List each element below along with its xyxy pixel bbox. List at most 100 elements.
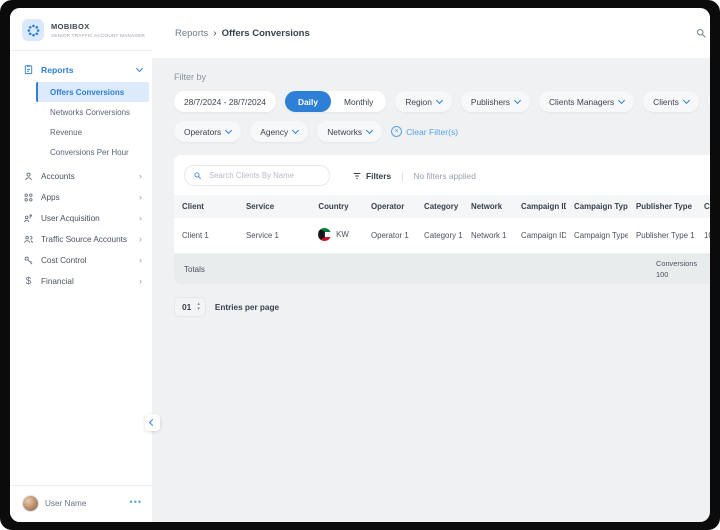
topbar: Reports › Offers Conversions — [152, 8, 710, 58]
app-window: MOBIBOX SENIOR TRAFFIC ACCOUNT MANAGER R… — [10, 8, 710, 522]
sidebar-item-cost-control[interactable]: Cost Control › — [10, 250, 152, 271]
funnel-icon — [353, 172, 361, 179]
filter-publishers-dropdown[interactable]: Publishers — [460, 91, 530, 112]
financial-icon: $ — [25, 276, 32, 287]
period-monthly-button[interactable]: Monthly — [331, 91, 386, 112]
filter-networks-dropdown[interactable]: Networks — [317, 121, 383, 142]
spinner-down-icon[interactable]: ▼ — [196, 306, 201, 312]
cell-operator: Operator 1 — [363, 218, 416, 254]
col-service: Service — [246, 202, 275, 211]
sidebar-item-label: Financial — [41, 277, 74, 286]
col-category: Category — [424, 202, 459, 211]
chevron-down-icon — [135, 64, 144, 73]
sidebar-item-user-acquisition[interactable]: User Acquisition › — [10, 208, 152, 229]
collapse-chevron-icon — [148, 418, 157, 427]
period-daily-button[interactable]: Daily — [284, 91, 331, 112]
sidebar-item-label: Apps — [41, 193, 60, 202]
filter-agency-dropdown[interactable]: Agency — [250, 121, 309, 142]
sidebar-item-offers-conversions[interactable]: Offers Conversions — [36, 82, 149, 102]
accounts-icon — [25, 172, 32, 181]
kuwait-flag-icon — [318, 228, 332, 241]
table-row: Client 1 Service 1 KW Operator 1 Categor… — [174, 218, 710, 254]
user-row: User Name ••• — [10, 486, 152, 522]
pagination: 01 ▲ ▼ Entries per page — [174, 297, 710, 317]
dropdown-label: Agency — [260, 126, 289, 137]
sidebar-item-networks-conversions[interactable]: Networks Conversions — [36, 102, 149, 122]
sidebar-item-reports[interactable]: Reports — [10, 60, 152, 79]
sidebar-collapse-button[interactable] — [145, 414, 160, 431]
chevron-down-icon — [435, 96, 443, 105]
chevron-down-icon — [292, 126, 300, 135]
sidebar-item-traffic-source-accounts[interactable]: Traffic Source Accounts › — [10, 229, 152, 250]
clients-search-box[interactable] — [184, 165, 330, 186]
clear-circle-x-icon: × — [391, 126, 403, 137]
cell-service: Service 1 — [238, 218, 304, 254]
sidebar: MOBIBOX SENIOR TRAFFIC ACCOUNT MANAGER R… — [10, 8, 152, 522]
cell-campaign-type: Campaign Type 1 — [566, 218, 628, 254]
apps-icon — [24, 193, 33, 202]
breadcrumb-reports[interactable]: Reports — [175, 28, 208, 39]
entries-per-page-stepper[interactable]: 01 ▲ ▼ — [174, 297, 206, 317]
toolbar-separator: | — [401, 170, 404, 181]
col-client: Client — [182, 202, 204, 211]
sidebar-item-conversions-per-hour[interactable]: Conversions Per Hour — [36, 142, 149, 162]
reports-icon — [24, 65, 33, 75]
totals-conversions: Conversions 100 — [656, 258, 697, 280]
chevron-right-icon: › — [139, 276, 142, 286]
filters-button[interactable]: Filters — [352, 171, 391, 181]
sidebar-nav: Reports Offers Conversions Networks Conv… — [10, 51, 152, 292]
col-publisher-type: Publisher Type — [636, 202, 692, 211]
dropdown-label: Operators — [184, 126, 222, 137]
filter-row-2: Operators Agency Networks × Clear Filter… — [174, 121, 710, 142]
dropdown-label: Clients — [653, 96, 679, 107]
filter-operators-dropdown[interactable]: Operators — [174, 121, 242, 142]
table-header-row: Client Service Country Operator Category… — [174, 195, 710, 218]
cell-publisher-type: Publisher Type 1 — [628, 218, 696, 254]
date-range-input[interactable]: 28/7/2024 - 28/7/2024 — [174, 91, 276, 112]
sidebar-item-financial[interactable]: $ Financial › — [10, 271, 152, 292]
chevron-right-icon: › — [139, 234, 142, 244]
chevron-down-icon — [366, 126, 374, 135]
clear-filters-label: Clear Filter(s) — [406, 126, 459, 137]
table-toolbar: Filters | No filters applied — [174, 162, 710, 195]
chevron-right-icon: › — [139, 213, 142, 223]
dropdown-label: Networks — [327, 126, 363, 137]
search-input[interactable] — [207, 170, 321, 181]
search-icon — [194, 172, 201, 179]
page-title: Offers Conversions — [221, 27, 310, 39]
filter-clients-dropdown[interactable]: Clients — [643, 91, 699, 112]
totals-label: Totals — [184, 264, 205, 274]
filter-by-label: Filter by — [174, 72, 207, 82]
avatar — [22, 495, 39, 512]
clear-filters-button[interactable]: × Clear Filter(s) — [391, 126, 458, 137]
search-icon[interactable] — [695, 26, 707, 44]
cell-country: KW — [304, 218, 363, 254]
period-toggle: Daily Monthly — [284, 91, 387, 112]
cell-category: Category 1 — [416, 218, 463, 254]
main-area: Reports › Offers Conversions Filter by 2… — [152, 8, 710, 522]
dropdown-label: Region — [405, 96, 432, 107]
user-menu-button[interactable]: ••• — [130, 497, 142, 510]
entries-per-page-value[interactable]: 01 — [182, 302, 191, 312]
dropdown-label: Publishers — [470, 96, 510, 107]
totals-row: Totals Conversions 100 — [174, 254, 710, 284]
traffic-source-accounts-icon — [24, 235, 33, 243]
sidebar-item-revenue[interactable]: Revenue — [36, 122, 149, 142]
filter-clients-managers-dropdown[interactable]: Clients Managers — [538, 91, 635, 112]
sidebar-item-accounts[interactable]: Accounts › — [10, 166, 152, 187]
filter-services-dropdown[interactable]: Services — [707, 91, 710, 112]
country-code: KW — [336, 230, 349, 239]
reports-subnav: Offers Conversions Networks Conversions … — [10, 79, 152, 166]
totals-conversions-label: Conversions — [656, 259, 698, 268]
sidebar-item-label: Cost Control — [41, 256, 87, 265]
entries-per-page-label: Entries per page — [214, 302, 280, 312]
chevron-right-icon: › — [139, 171, 142, 181]
sidebar-item-apps[interactable]: Apps › — [10, 187, 152, 208]
sidebar-item-label: Traffic Source Accounts — [41, 235, 128, 244]
filter-region-dropdown[interactable]: Region — [395, 91, 452, 112]
conversions-table: Client Service Country Operator Category… — [174, 195, 710, 254]
cell-network: Network 1 — [463, 218, 513, 254]
cost-control-icon — [24, 256, 33, 265]
content: Filter by 28/7/2024 - 28/7/2024 Daily Mo… — [152, 58, 710, 317]
screen-frame: MOBIBOX SENIOR TRAFFIC ACCOUNT MANAGER R… — [0, 0, 720, 530]
